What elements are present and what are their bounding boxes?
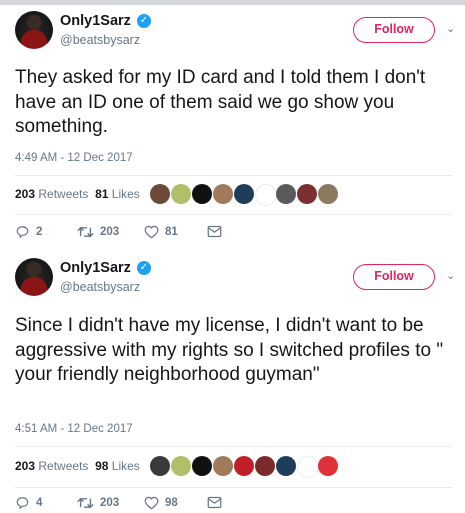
tweet-2: Only1Sarz ✓ @beatsbysarz Follow ⌄ Since … — [0, 253, 465, 513]
tweet-timestamp[interactable]: 4:51 AM - 12 Dec 2017 — [15, 423, 133, 435]
liker-avatar[interactable] — [318, 184, 338, 204]
liker-avatar[interactable] — [255, 456, 275, 476]
reply-icon — [16, 497, 29, 510]
like-button[interactable]: 98 — [144, 496, 178, 510]
verified-badge-icon: ✓ — [137, 14, 151, 28]
retweets-label[interactable]: Retweets — [38, 187, 88, 201]
liker-avatar[interactable] — [171, 184, 191, 204]
reply-count: 4 — [36, 497, 43, 509]
top-strip — [0, 0, 465, 5]
message-button[interactable] — [207, 496, 222, 509]
liker-avatar[interactable] — [192, 184, 212, 204]
user-handle[interactable]: @beatsbysarz — [60, 280, 140, 294]
reply-icon — [16, 226, 29, 239]
like-button[interactable]: 81 — [144, 225, 178, 239]
follow-button[interactable]: Follow — [353, 264, 435, 290]
avatar[interactable] — [15, 11, 53, 49]
divider — [15, 487, 452, 488]
liker-avatar[interactable] — [234, 456, 254, 476]
like-count-action: 81 — [165, 226, 178, 238]
retweet-button[interactable]: 203 — [77, 496, 119, 510]
verified-badge-icon: ✓ — [137, 261, 151, 275]
reply-button[interactable]: 2 — [15, 225, 42, 239]
liker-avatar[interactable] — [297, 456, 319, 478]
liker-avatar[interactable] — [297, 184, 317, 204]
like-count[interactable]: 81 — [95, 187, 108, 201]
liker-avatar[interactable] — [150, 184, 170, 204]
divider — [15, 175, 452, 176]
liker-avatar[interactable] — [276, 456, 296, 476]
liker-avatar[interactable] — [318, 456, 338, 476]
liker-avatar[interactable] — [255, 184, 277, 206]
message-button[interactable] — [207, 225, 222, 238]
reply-count: 2 — [36, 226, 43, 238]
action-bar: 2 203 81 — [15, 225, 315, 241]
retweet-count-action: 203 — [100, 226, 120, 238]
action-bar: 4 203 98 — [15, 496, 315, 512]
display-name[interactable]: Only1Sarz — [60, 13, 131, 29]
engagement-stats: 203 Retweets 81 Likes — [15, 187, 140, 201]
user-handle[interactable]: @beatsbysarz — [60, 33, 140, 47]
chevron-down-icon[interactable]: ⌄ — [446, 269, 455, 282]
tweet-text: Since I didn't have my license, I didn't… — [15, 315, 444, 385]
envelope-icon — [207, 496, 222, 509]
liker-avatar[interactable] — [234, 184, 254, 204]
retweet-button[interactable]: 203 — [77, 225, 119, 239]
likes-label[interactable]: Likes — [112, 187, 140, 201]
likes-label[interactable]: Likes — [112, 459, 140, 473]
tweet-text: They asked for my ID card and I told the… — [15, 67, 426, 137]
liker-avatars — [150, 456, 370, 478]
envelope-icon — [207, 225, 222, 238]
heart-icon — [144, 496, 159, 510]
liker-avatar[interactable] — [213, 456, 233, 476]
liker-avatar[interactable] — [192, 456, 212, 476]
divider — [15, 214, 452, 215]
tweet-timestamp[interactable]: 4:49 AM - 12 Dec 2017 — [15, 152, 133, 164]
follow-button[interactable]: Follow — [353, 17, 435, 43]
avatar[interactable] — [15, 258, 53, 296]
liker-avatars — [150, 184, 350, 206]
retweet-icon — [77, 226, 94, 238]
liker-avatar[interactable] — [171, 456, 191, 476]
like-count[interactable]: 98 — [95, 459, 108, 473]
reply-button[interactable]: 4 — [15, 496, 42, 510]
display-name[interactable]: Only1Sarz — [60, 260, 131, 276]
retweet-count[interactable]: 203 — [15, 459, 35, 473]
liker-avatar[interactable] — [213, 184, 233, 204]
retweets-label[interactable]: Retweets — [38, 459, 88, 473]
heart-icon — [144, 225, 159, 239]
tweet-1: Only1Sarz ✓ @beatsbysarz Follow ⌄ They a… — [0, 6, 465, 249]
retweet-count-action: 203 — [100, 497, 120, 509]
retweet-count[interactable]: 203 — [15, 187, 35, 201]
liker-avatar[interactable] — [276, 184, 296, 204]
divider — [15, 446, 452, 447]
engagement-stats: 203 Retweets 98 Likes — [15, 459, 140, 473]
like-count-action: 98 — [165, 497, 178, 509]
retweet-icon — [77, 497, 94, 509]
liker-avatar[interactable] — [150, 456, 170, 476]
chevron-down-icon[interactable]: ⌄ — [446, 22, 455, 35]
